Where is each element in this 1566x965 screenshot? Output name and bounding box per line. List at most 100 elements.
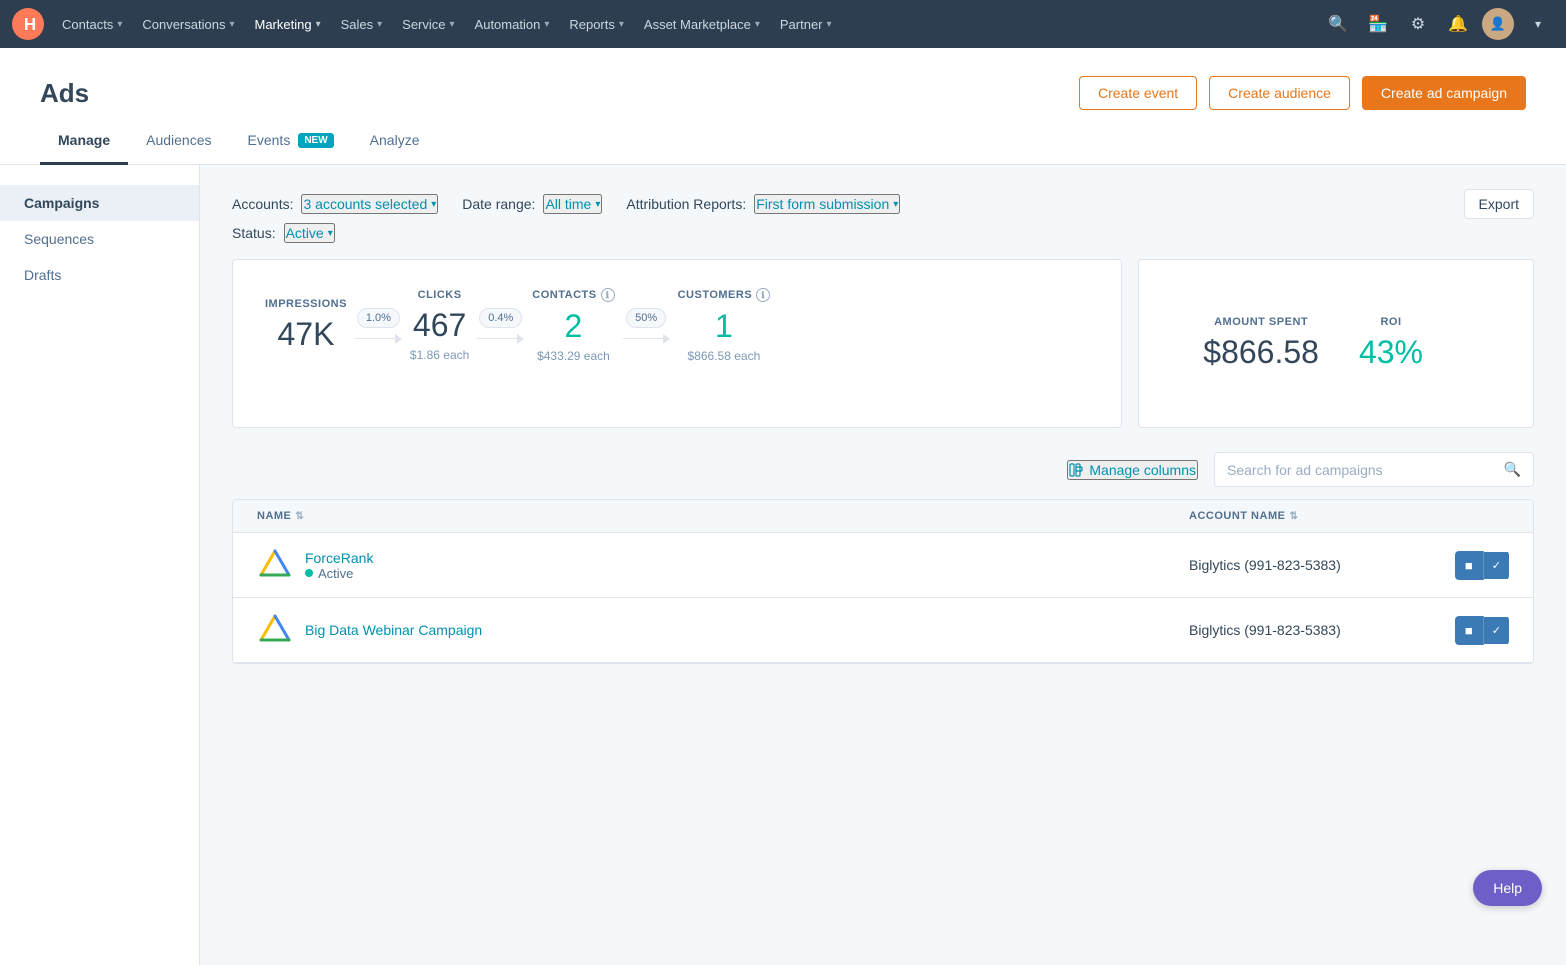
filters-row-2: Status: Active ▾ (232, 223, 1534, 243)
clicks-stat: CLICKS 467 $1.86 each (410, 289, 469, 362)
contacts-info-icon[interactable]: ℹ (601, 288, 615, 302)
nav-item-automation[interactable]: Automation ▾ (465, 0, 560, 48)
table-row: ForceRank Active Biglytics (991-823-5383… (233, 533, 1533, 598)
tab-events[interactable]: Events NEW (230, 118, 352, 165)
attribution-caret-icon: ▾ (893, 199, 898, 210)
name-column-header: NAME ⇅ (257, 510, 1189, 522)
row-account-cell-2: Biglytics (991-823-5383) ■ ✓ (1189, 616, 1509, 645)
google-ads-icon (257, 547, 293, 583)
google-ads-icon-2 (257, 612, 293, 648)
nav-item-service[interactable]: Service ▾ (392, 0, 464, 48)
date-range-dropdown[interactable]: All time ▾ (543, 194, 602, 214)
chevron-down-icon: ▾ (619, 19, 624, 30)
manage-columns-button[interactable]: Manage columns (1067, 460, 1198, 480)
account-name: Biglytics (991-823-5383) (1189, 557, 1341, 573)
sidebar-item-campaigns[interactable]: Campaigns (0, 185, 199, 221)
row-name-cell-2: Big Data Webinar Campaign (257, 612, 1189, 648)
hubspot-logo[interactable] (12, 8, 44, 40)
chevron-down-icon: ▾ (377, 19, 382, 30)
chevron-down-icon: ▾ (316, 19, 321, 30)
nav-item-marketing[interactable]: Marketing ▾ (244, 0, 330, 48)
stats-card-roi: AMOUNT SPENT $866.58 ROI 43% (1138, 259, 1534, 428)
clicks-value: 467 (413, 307, 466, 344)
marketplace-icon[interactable]: 🏪 (1362, 8, 1394, 40)
sidebar-item-sequences[interactable]: Sequences (0, 221, 199, 257)
settings-icon[interactable]: ⚙ (1402, 8, 1434, 40)
contacts-value: 2 (565, 308, 583, 345)
roi-value: 43% (1359, 334, 1423, 371)
accounts-caret-icon: ▾ (431, 199, 436, 210)
avatar[interactable]: 👤 (1482, 8, 1514, 40)
main-content: Accounts: 3 accounts selected ▾ Date ran… (200, 165, 1566, 965)
row-status: Active (305, 566, 373, 581)
name-sort-icon[interactable]: ⇅ (295, 511, 304, 522)
contacts-label: CONTACTS ℹ (532, 288, 614, 302)
row-action-dropdown[interactable]: ✓ (1484, 552, 1509, 579)
clicks-sub: $1.86 each (410, 348, 469, 362)
chevron-down-icon: ▾ (450, 19, 455, 30)
customers-info-icon[interactable]: ℹ (756, 288, 770, 302)
nav-item-reports[interactable]: Reports ▾ (559, 0, 634, 48)
row-actions-2: ■ ✓ (1455, 616, 1509, 645)
chevron-down-icon: ▾ (544, 19, 549, 30)
notifications-icon[interactable]: 🔔 (1442, 8, 1474, 40)
amount-spent-stat: AMOUNT SPENT $866.58 (1203, 316, 1319, 371)
date-range-caret-icon: ▾ (595, 199, 600, 210)
nav-item-asset-marketplace[interactable]: Asset Marketplace ▾ (634, 0, 770, 48)
arrow-contacts-customers: 50% (623, 308, 670, 344)
status-label: Status: (232, 225, 276, 241)
campaign-name-link[interactable]: ForceRank (305, 550, 373, 566)
tab-analyze[interactable]: Analyze (352, 118, 438, 165)
clicks-label: CLICKS (418, 289, 462, 301)
row-action-dropdown-2[interactable]: ✓ (1484, 617, 1509, 644)
amount-spent-label: AMOUNT SPENT (1203, 316, 1319, 328)
nav-item-partner[interactable]: Partner ▾ (770, 0, 842, 48)
top-navigation: Contacts ▾ Conversations ▾ Marketing ▾ S… (0, 0, 1566, 48)
search-box: 🔍 (1214, 452, 1534, 487)
customers-sub: $866.58 each (688, 349, 761, 363)
row-action-toggle[interactable]: ■ (1455, 551, 1484, 580)
create-event-button[interactable]: Create event (1079, 76, 1197, 110)
status-filter: Status: Active ▾ (232, 223, 335, 243)
help-button[interactable]: Help (1473, 870, 1542, 906)
contacts-stat: CONTACTS ℹ 2 $433.29 each (532, 288, 614, 363)
manage-columns-icon (1069, 463, 1083, 477)
account-sort-icon[interactable]: ⇅ (1289, 511, 1298, 522)
chevron-down-icon: ▾ (827, 19, 832, 30)
account-name-column-header: ACCOUNT NAME ⇅ (1189, 510, 1509, 522)
tab-audiences[interactable]: Audiences (128, 118, 229, 165)
account-chevron-icon[interactable]: ▾ (1522, 8, 1554, 40)
date-range-label: Date range: (462, 196, 535, 212)
stats-card-main: IMPRESSIONS 47K 1.0% (232, 259, 1122, 428)
sidebar: Campaigns Sequences Drafts (0, 165, 200, 965)
chevron-down-icon: ▾ (117, 19, 122, 30)
create-audience-button[interactable]: Create audience (1209, 76, 1350, 110)
search-icon[interactable]: 🔍 (1322, 8, 1354, 40)
nav-item-contacts[interactable]: Contacts ▾ (52, 0, 132, 48)
accounts-dropdown[interactable]: 3 accounts selected ▾ (301, 194, 438, 214)
attribution-label: Attribution Reports: (626, 196, 746, 212)
sidebar-item-drafts[interactable]: Drafts (0, 257, 199, 293)
status-dropdown[interactable]: Active ▾ (284, 223, 335, 243)
roi-label: ROI (1359, 316, 1423, 328)
search-icon[interactable]: 🔍 (1492, 453, 1533, 486)
row-actions: ■ ✓ (1455, 551, 1509, 580)
new-badge: NEW (298, 133, 333, 148)
accounts-label: Accounts: (232, 196, 293, 212)
filters-row-1: Accounts: 3 accounts selected ▾ Date ran… (232, 189, 1534, 219)
row-info-2: Big Data Webinar Campaign (305, 622, 482, 638)
attribution-dropdown[interactable]: First form submission ▾ (754, 194, 900, 214)
search-input[interactable] (1215, 454, 1492, 486)
tab-manage[interactable]: Manage (40, 118, 128, 165)
create-ad-campaign-button[interactable]: Create ad campaign (1362, 76, 1526, 110)
export-button[interactable]: Export (1464, 189, 1534, 219)
campaign-name-link-2[interactable]: Big Data Webinar Campaign (305, 622, 482, 638)
arrow-badge-contacts: 50% (626, 308, 666, 328)
impressions-stat: IMPRESSIONS 47K (265, 298, 347, 353)
attribution-filter: Attribution Reports: First form submissi… (626, 194, 900, 214)
nav-item-conversations[interactable]: Conversations ▾ (132, 0, 244, 48)
row-action-toggle-2[interactable]: ■ (1455, 616, 1484, 645)
nav-item-sales[interactable]: Sales ▾ (331, 0, 393, 48)
account-name-2: Biglytics (991-823-5383) (1189, 622, 1341, 638)
customers-stat: CUSTOMERS ℹ 1 $866.58 each (678, 288, 771, 363)
